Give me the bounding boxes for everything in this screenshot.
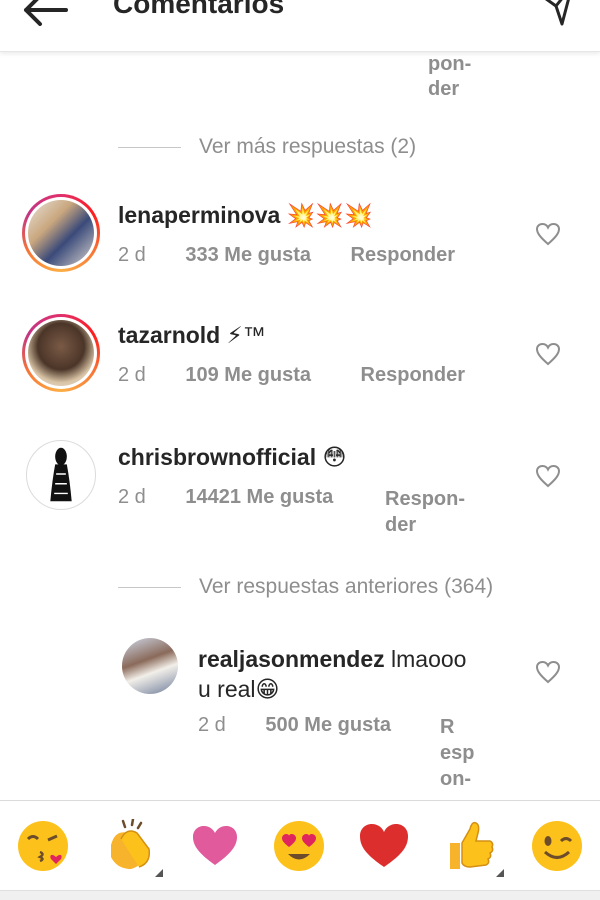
view-more-replies-label: Ver más respuestas (2) [199,135,417,158]
heart-icon[interactable] [535,342,561,366]
comments-list[interactable]: pon- der Ver más respuestas (2) lenaperm… [0,52,600,800]
comment-text: 💥💥💥 [286,202,373,228]
likes-count[interactable]: 109 Me gusta [185,364,311,386]
view-more-replies[interactable]: Ver más respuestas (2) [118,132,416,162]
likes-count[interactable]: 14421 Me gusta [185,486,333,508]
likes-count[interactable]: 333 Me gusta [185,244,311,266]
comment-meta: 2 d 14421 Me gusta [118,486,333,509]
avatar[interactable] [22,314,100,392]
likes-count[interactable]: 500 Me gusta [265,714,391,736]
thumbs-up-icon [450,821,494,869]
comment-time: 2 d [118,244,146,266]
avatar-logo [50,447,72,502]
heart-icon[interactable] [535,222,561,246]
thumbs-up-emoji[interactable] [444,819,504,877]
avatar[interactable] [26,440,96,510]
emoji-reaction-bar [0,800,600,890]
comment-time: 2 d [198,714,226,736]
paper-plane-icon[interactable] [540,0,574,26]
reply-button[interactable]: R esp on- [440,714,474,792]
comment-text: lmaooo [391,646,467,672]
comment-text: ⚡™ [226,322,266,348]
avatar[interactable] [22,194,100,272]
arrow-left-icon[interactable] [20,0,70,26]
variant-indicator [155,869,163,877]
reply-link-fragment[interactable]: pon- der [428,52,488,102]
divider-line [118,146,181,148]
comment-meta: 2 d 109 Me gusta Responder [118,364,465,387]
comment-username[interactable]: tazarnold ⚡™ [118,322,266,349]
comment-text-line2: u real😁 [198,676,280,702]
kissing-heart-emoji[interactable] [16,819,70,873]
comment-username[interactable]: chrisbrownofficial 😳 [118,444,346,471]
comment-time: 2 d [118,486,146,508]
heart-icon[interactable] [535,464,561,488]
heart-icon[interactable] [535,660,561,684]
view-previous-replies[interactable]: Ver respuestas anteriores (364) [118,572,493,602]
pink-heart-emoji[interactable] [188,819,242,873]
clapping-hands-emoji[interactable] [103,817,163,877]
header-bar: Comentarios [0,0,600,52]
comment-meta: 2 d 500 Me gusta [198,714,391,737]
red-heart-icon [360,824,408,867]
view-previous-replies-label: Ver respuestas anteriores (364) [199,575,494,598]
kissing-heart-icon [18,821,68,871]
divider-line [118,586,181,588]
bottom-strip [0,890,600,900]
variant-indicator [496,869,504,877]
red-heart-emoji[interactable] [357,819,411,873]
pink-heart-icon [193,826,237,865]
reply-button[interactable]: Responder [361,364,465,386]
page-title: Comentarios [113,0,285,19]
clapping-hands-icon [111,817,151,869]
comment-time: 2 d [118,364,146,386]
avatar[interactable] [122,638,178,694]
reply-button[interactable]: Responder [351,244,455,266]
comment-username[interactable]: lenaperminova 💥💥💥 [118,202,373,229]
winking-face-icon [532,821,582,871]
reply-button[interactable]: Respon- der [385,486,465,538]
heart-eyes-emoji[interactable] [272,819,326,873]
winking-face-emoji[interactable] [530,819,584,873]
comment-meta: 2 d 333 Me gusta Responder [118,244,455,267]
comment-username[interactable]: realjasonmendez lmaooo u real😁 [198,644,466,704]
comment-text: 😳 [322,444,347,470]
heart-eyes-icon [274,821,324,871]
